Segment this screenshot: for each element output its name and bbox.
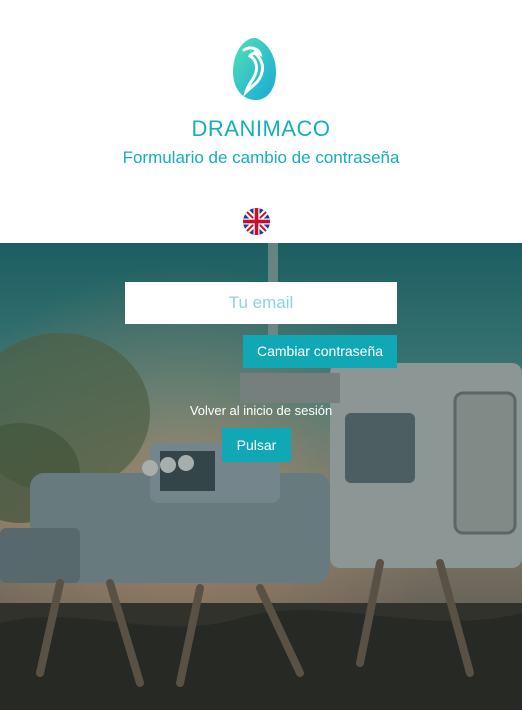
back-to-login-button[interactable]: Pulsar [222,428,291,462]
uk-flag-icon[interactable] [243,208,270,235]
email-input[interactable] [125,282,397,324]
back-to-login-label: Volver al inicio de sesión [189,403,333,418]
dragon-logo-icon [233,38,276,100]
header: DRANIMACO Formulario de cambio de contra… [0,0,522,243]
brand-name: DRANIMACO [191,116,331,141]
page-subtitle: Formulario de cambio de contraseña [122,148,400,167]
change-password-button[interactable]: Cambiar contraseña [243,335,397,368]
hero-background: Cambiar contraseña Volver al inicio de s… [0,243,522,710]
